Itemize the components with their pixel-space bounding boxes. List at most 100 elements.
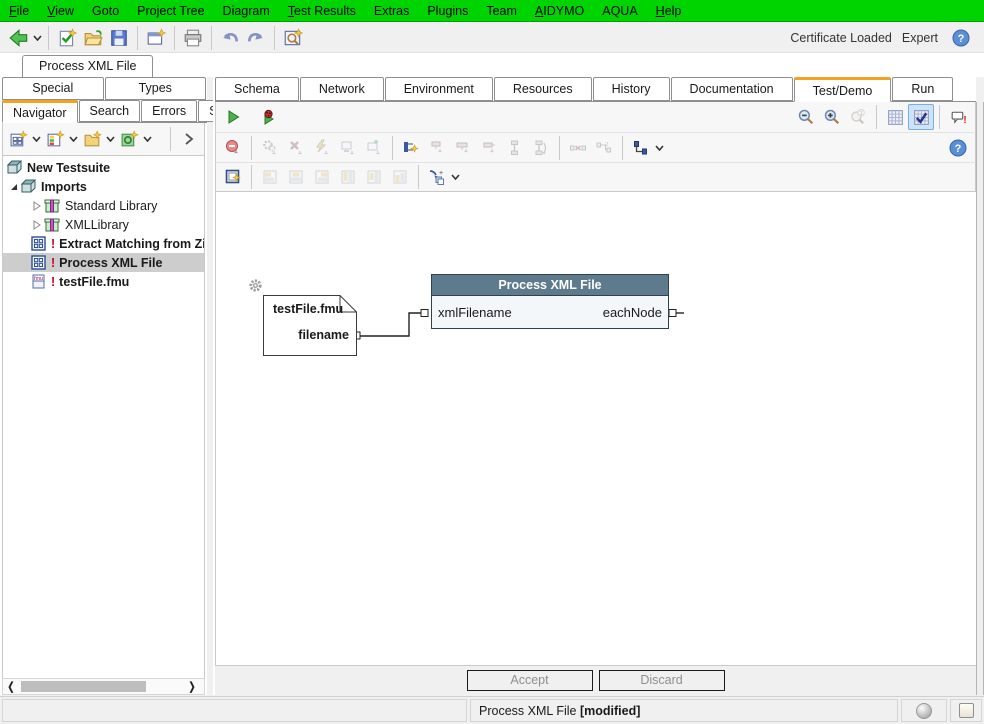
accept-button[interactable]: Accept [467,670,593,691]
connector-cycle-icon[interactable] [528,135,554,161]
menu-test-results[interactable]: Test Results [279,2,365,20]
renumber-ports-icon[interactable]: 2 [591,135,617,161]
process-output-port-label[interactable]: eachNode [603,305,662,320]
add-port-top-icon[interactable] [424,135,450,161]
tab-navigator[interactable]: Navigator [2,100,78,123]
delete-step-icon[interactable] [283,135,309,161]
debug-button[interactable] [256,104,282,130]
tab-types[interactable]: Types [105,77,207,100]
new-list-icon[interactable] [42,126,68,152]
align-center-icon[interactable] [283,164,309,190]
resize-grip-icon[interactable] [959,703,974,718]
align-top-icon[interactable] [335,164,361,190]
menu-aidymo[interactable]: AIDYMO [526,2,593,20]
edit-step-icon[interactable] [220,164,246,190]
back-dropdown-icon[interactable] [32,25,43,51]
tree-item-extract-matching[interactable]: ! Extract Matching from Zip A [3,234,204,253]
zoom-actual-size-icon[interactable]: 1 [845,104,871,130]
tab-errors[interactable]: Errors [141,100,197,122]
process-node-header[interactable]: Process XML File [432,275,668,296]
undo-button[interactable] [217,25,243,51]
trigger-step-icon[interactable] [309,135,335,161]
connector-vertical-icon[interactable] [502,135,528,161]
scrollbar-thumb[interactable] [21,681,146,692]
collapsed-arrow-icon[interactable] [31,201,43,211]
expanded-arrow-icon[interactable] [7,182,19,191]
new-dialog-icon[interactable] [5,126,31,152]
align-left-icon[interactable] [257,164,283,190]
tab-history[interactable]: History [593,77,670,101]
zoom-out-icon[interactable] [793,104,819,130]
tab-environment[interactable]: Environment [385,77,493,101]
new-component-icon[interactable] [116,126,142,152]
new-window-button[interactable] [143,25,169,51]
menu-aqua[interactable]: AQUA [593,2,646,20]
tree-item-testfile-fmu[interactable]: fmu ! testFile.fmu [3,272,204,291]
menu-extras[interactable]: Extras [365,2,418,20]
menu-diagram[interactable]: Diagram [214,2,279,20]
paste-add-icon[interactable]: + [424,164,450,190]
collapsed-panel-splitter[interactable] [976,102,984,695]
align-bottom-icon[interactable] [387,164,413,190]
help-icon[interactable]: ? [945,135,971,161]
remove-node-icon[interactable] [220,135,246,161]
save-button[interactable] [106,25,132,51]
record-window-button[interactable] [280,25,306,51]
menu-view[interactable]: View [38,2,83,20]
back-button[interactable] [6,25,32,51]
tree-horizontal-scrollbar[interactable]: ❬ ❭ [2,678,205,695]
tab-resources[interactable]: Resources [494,77,592,101]
scroll-left-icon[interactable]: ❬ [3,680,19,693]
snap-to-grid-toggle[interactable] [908,104,934,130]
new-testsuite-button[interactable] [54,25,80,51]
help-icon[interactable]: ? [948,25,974,51]
tree-item-standard-library[interactable]: Standard Library [3,196,204,215]
print-button[interactable] [180,25,206,51]
routing-style-dropdown-icon[interactable] [654,135,665,161]
zoom-in-icon[interactable] [819,104,845,130]
disconnect-icon[interactable] [565,135,591,161]
tab-network[interactable]: Network [300,77,384,101]
routing-style-icon[interactable] [628,135,654,161]
add-display-step-icon[interactable] [361,135,387,161]
show-grid-icon[interactable] [882,104,908,130]
expand-toolbar-icon[interactable] [176,126,202,152]
tree-item-process-xml-file[interactable]: ! Process XML File [3,253,204,272]
display-step-icon[interactable] [335,135,361,161]
add-port-bottom-icon[interactable] [450,135,476,161]
diagram-canvas[interactable]: testFile.fmu filename Process XML File x… [215,192,976,665]
fmu-output-port-label[interactable]: filename [263,328,349,342]
discard-button[interactable]: Discard [599,670,725,691]
align-right-icon[interactable] [309,164,335,190]
tab-run[interactable]: Run [892,77,953,101]
tab-special[interactable]: Special [2,77,104,100]
new-folder-dropdown-icon[interactable] [105,126,116,152]
align-middle-icon[interactable] [361,164,387,190]
tree-item-imports[interactable]: Imports [3,177,204,196]
scroll-right-icon[interactable]: ❭ [184,680,200,693]
paste-add-dropdown-icon[interactable] [450,164,461,190]
tab-search[interactable]: Search [79,100,141,122]
new-dialog-dropdown-icon[interactable] [31,126,42,152]
menu-help[interactable]: Help [647,2,691,20]
document-tab[interactable]: Process XML File [22,55,153,77]
menu-file[interactable]: File [0,2,38,20]
new-list-dropdown-icon[interactable] [68,126,79,152]
tab-schema[interactable]: Schema [215,77,299,101]
process-input-port-label[interactable]: xmlFilename [438,305,512,320]
menu-project-tree[interactable]: Project Tree [128,2,213,20]
run-button[interactable] [220,104,246,130]
open-file-button[interactable] [80,25,106,51]
new-step-icon[interactable] [398,135,424,161]
new-folder-icon[interactable] [79,126,105,152]
add-port-right-icon[interactable] [476,135,502,161]
tree-item-xmllibrary[interactable]: XMLLibrary [3,215,204,234]
process-node[interactable]: Process XML File xmlFilename eachNode [431,274,669,329]
menu-plugins[interactable]: Plugins [418,2,477,20]
redo-button[interactable] [243,25,269,51]
menu-goto[interactable]: Goto [83,2,128,20]
tab-test-demo[interactable]: Test/Demo [794,77,892,102]
menu-team[interactable]: Team [477,2,526,20]
tree-item-new-testsuite[interactable]: New Testsuite [3,158,204,177]
comment-warning-icon[interactable]: ! [945,104,971,130]
